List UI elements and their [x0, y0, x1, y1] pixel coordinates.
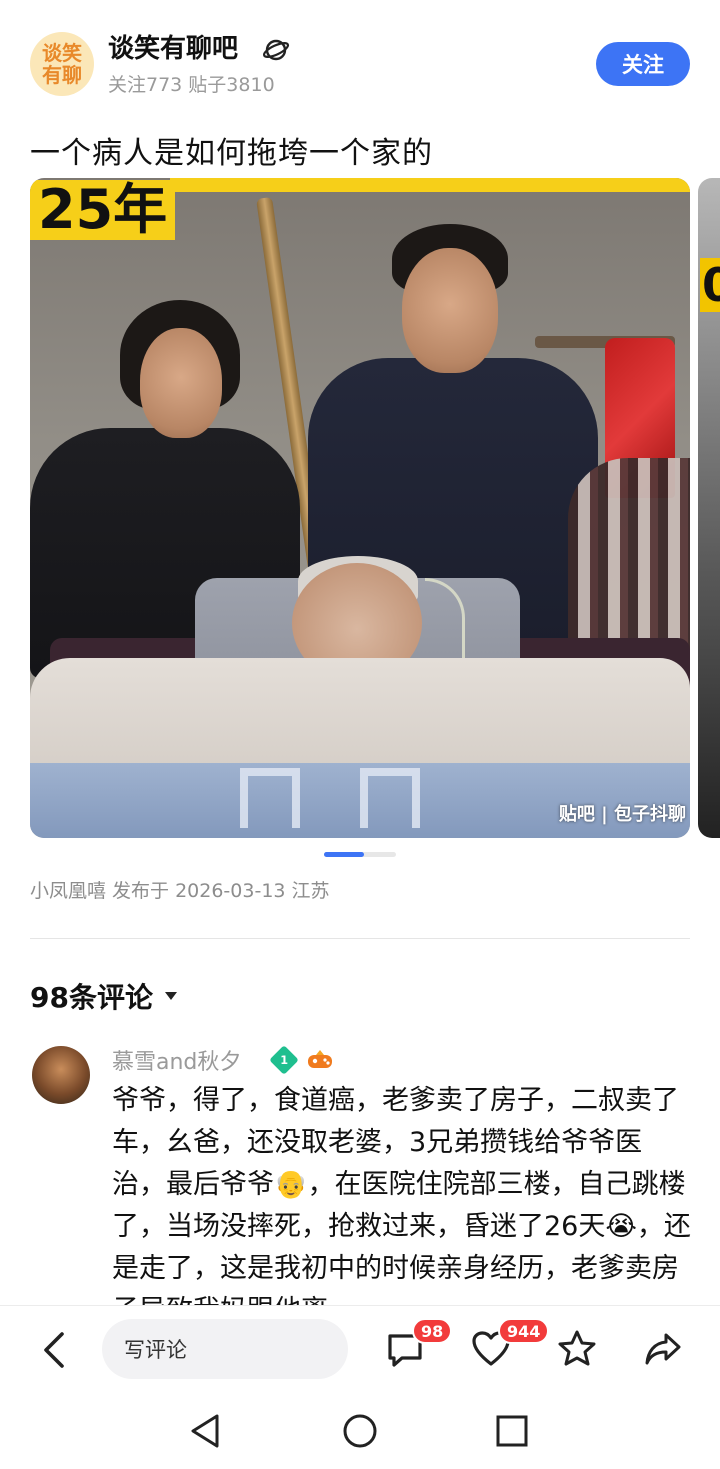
action-bar: 写评论 98 944 [0, 1305, 720, 1391]
game-controller-icon [308, 1050, 332, 1068]
comment-count-label: 98条评论 [30, 981, 153, 1014]
post-meta: 小凤凰嘻 发布于 2026-03-13 江苏 [30, 880, 330, 902]
forum-name[interactable]: 谈笑有聊吧 [108, 28, 238, 65]
comment-sort-toggle[interactable]: 98条评论 [30, 976, 177, 1016]
quilt-pattern [360, 768, 420, 828]
image-overlay-text: 25年 [30, 180, 176, 240]
level-number: 1 [280, 1053, 288, 1067]
comment-count-badge: 98 [412, 1318, 453, 1344]
post-title: 一个病人是如何拖垮一个家的 [30, 136, 433, 171]
image-banner [170, 178, 690, 192]
nav-back-icon[interactable] [186, 1411, 226, 1451]
share-icon[interactable] [642, 1328, 684, 1370]
comment-text: 爷爷，得了，食道癌，老爹卖了房子，二叔卖了车，幺爸，还没取老婆，3兄弟攒钱给爷爷… [112, 1085, 691, 1326]
system-nav-bar [0, 1391, 720, 1469]
level-badge-icon: 1 [269, 1045, 299, 1075]
caret-down-icon [164, 992, 177, 1000]
woman-face [140, 328, 222, 438]
commenter-avatar[interactable] [32, 1046, 90, 1104]
forum-header: 谈笑 有聊 谈笑有聊吧 关注773 贴子3810 关注 [0, 0, 720, 120]
like-count-badge: 944 [498, 1318, 550, 1344]
quilt-pattern [240, 768, 300, 828]
divider [30, 938, 690, 939]
man-face [402, 248, 498, 373]
comment-input[interactable]: 写评论 [102, 1319, 348, 1379]
back-arrow-icon[interactable] [36, 1330, 76, 1370]
nav-home-icon[interactable] [340, 1411, 380, 1451]
image-carousel[interactable]: 25年 贴吧 | 包子抖聊 0 [30, 178, 720, 840]
forum-stats: 关注773 贴子3810 [108, 74, 275, 96]
forum-avatar[interactable]: 谈笑 有聊 [30, 32, 94, 96]
pager-active-indicator [324, 852, 364, 857]
follow-button[interactable]: 关注 [596, 42, 690, 86]
post-image[interactable]: 25年 贴吧 | 包子抖聊 [30, 178, 690, 838]
star-icon[interactable] [556, 1328, 598, 1370]
next-image-text: 0 [700, 258, 720, 312]
nav-recents-icon[interactable] [492, 1411, 532, 1451]
planet-icon [262, 39, 290, 61]
commenter-name[interactable]: 慕雪and秋夕 [112, 1044, 241, 1076]
image-watermark: 贴吧 | 包子抖聊 [558, 804, 686, 825]
next-image-peek[interactable]: 0 [698, 178, 720, 838]
carousel-pager [324, 852, 396, 857]
